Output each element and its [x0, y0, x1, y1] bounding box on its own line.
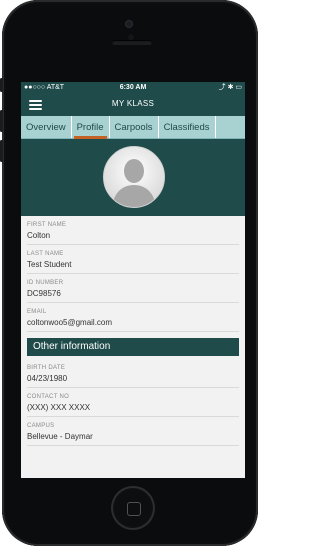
home-square-icon [127, 502, 141, 516]
user-silhouette-icon [104, 147, 164, 207]
field-birth-date: BIRTH DATE 04/23/1980 [27, 359, 239, 388]
field-value: Colton [27, 231, 51, 240]
field-first-name: FIRST NAME Colton [27, 216, 239, 245]
tab-classifieds[interactable]: Classifieds [159, 116, 216, 138]
field-label: LAST NAME [27, 251, 64, 257]
home-button[interactable] [111, 486, 155, 530]
field-value: Bellevue - Daymar [27, 432, 93, 441]
section-title: Other information [27, 338, 239, 356]
field-last-name: LAST NAME Test Student [27, 245, 239, 274]
app-screen: ●●○○○ AT&T 6:30 AM ⤴ ✱ ▭ MY KLASS Overvi… [21, 82, 245, 478]
profile-content: FIRST NAME Colton LAST NAME Test Student… [21, 216, 245, 446]
field-label: ID NUMBER [27, 280, 64, 286]
field-label: CAMPUS [27, 423, 55, 429]
status-icons: ⤴ ✱ ▭ [218, 84, 242, 91]
status-time: 6:30 AM [119, 84, 147, 91]
field-label: BIRTH DATE [27, 365, 66, 371]
volume-down-button [0, 140, 3, 162]
tab-carpools[interactable]: Carpools [110, 116, 159, 138]
tab-profile[interactable]: Profile [72, 116, 110, 139]
earpiece-speaker [112, 40, 152, 45]
field-label: CONTACT NO [27, 394, 70, 400]
avatar[interactable] [103, 146, 165, 208]
tab-overview[interactable]: Overview [21, 116, 72, 138]
field-value: DC98576 [27, 289, 61, 298]
navigation-bar: MY KLASS [21, 94, 245, 116]
field-contact-no: CONTACT NO (XXX) XXX XXXX [27, 388, 239, 417]
tab-bar: Overview Profile Carpools Classifieds [21, 116, 245, 139]
app-title: MY KLASS [111, 99, 155, 108]
field-email: EMAIL coltonwoo5@gmail.com [27, 303, 239, 332]
field-value: 04/23/1980 [27, 374, 68, 383]
field-label: FIRST NAME [27, 222, 67, 228]
profile-header [21, 139, 245, 216]
field-value: Test Student [27, 260, 72, 269]
field-value: (XXX) XXX XXXX [27, 403, 91, 412]
volume-up-button [0, 110, 3, 132]
top-sensor [125, 20, 133, 28]
field-id-number: ID NUMBER DC98576 [27, 274, 239, 303]
status-bar: ●●○○○ AT&T 6:30 AM ⤴ ✱ ▭ [21, 82, 245, 94]
mute-switch [0, 78, 3, 92]
field-value: coltonwoo5@gmail.com [27, 318, 113, 327]
field-label: EMAIL [27, 309, 47, 315]
field-campus: CAMPUS Bellevue - Daymar [27, 417, 239, 446]
